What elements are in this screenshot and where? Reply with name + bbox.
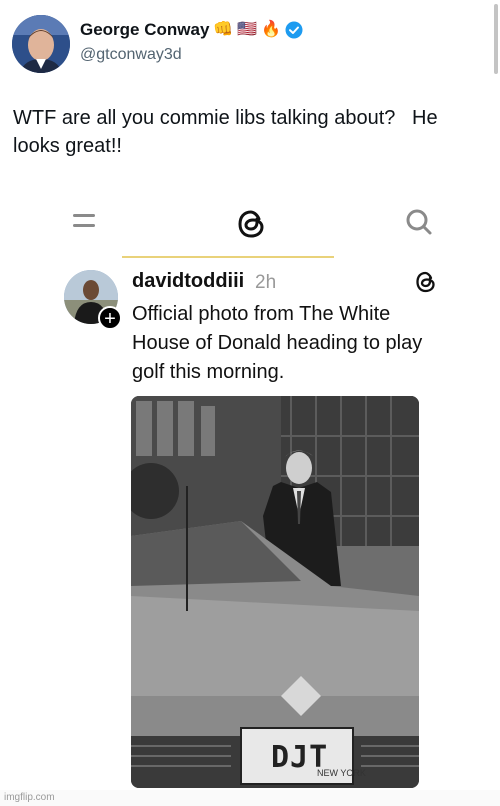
fist-emoji-icon: 👊 [213, 21, 234, 38]
menu-icon[interactable] [73, 214, 95, 228]
author-avatar[interactable] [12, 15, 70, 73]
fire-emoji-icon: 🔥 [261, 21, 282, 38]
tweet-text: WTF are all you commie libs talking abou… [13, 107, 444, 157]
author-handle[interactable]: @gtconway3d [80, 46, 182, 64]
threads-logo-icon[interactable] [235, 207, 269, 241]
post-text: Official photo from The White House of D… [132, 303, 423, 383]
footer-strip [0, 790, 500, 806]
active-tab-underline [122, 256, 334, 258]
author-name-row: George Conway 👊 🇺🇸 🔥 [80, 20, 303, 40]
threads-logo-small-icon [416, 271, 435, 293]
scrollbar[interactable] [494, 4, 498, 74]
follow-plus-icon[interactable]: + [98, 306, 122, 330]
imgflip-watermark: imgflip.com [4, 792, 55, 803]
post-photo[interactable]: DJT NEW YORK [131, 396, 419, 788]
license-plate-state: NEW YORK [317, 768, 366, 778]
post-username[interactable]: davidtoddiii [132, 270, 244, 293]
us-flag-emoji-icon: 🇺🇸 [237, 21, 258, 38]
post-time: 2h [255, 272, 277, 293]
tweet-header: George Conway 👊 🇺🇸 🔥 @gtconway3d [0, 0, 500, 90]
author-display-name[interactable]: George Conway [80, 20, 209, 40]
verified-badge-icon [285, 21, 303, 39]
search-icon[interactable] [405, 208, 433, 236]
